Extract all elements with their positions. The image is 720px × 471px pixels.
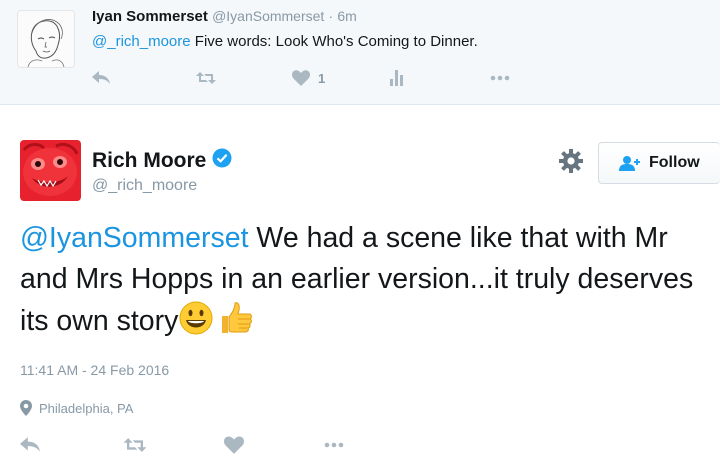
- reply-author-name[interactable]: Iyan Sommerset: [92, 8, 208, 25]
- reply-mention-link[interactable]: @_rich_moore: [92, 33, 191, 50]
- like-count: 1: [318, 70, 326, 86]
- reply-icon[interactable]: [92, 67, 110, 89]
- reply-body: Five words: Look Who's Coming to Dinner.: [190, 33, 478, 50]
- reply-tweet: Iyan Sommerset @IyanSommerset · 6m @_ric…: [0, 0, 720, 105]
- more-icon[interactable]: [490, 67, 510, 89]
- gear-icon[interactable]: [558, 148, 584, 174]
- like-button[interactable]: 1: [292, 67, 325, 89]
- author-name-text[interactable]: Rich Moore: [92, 149, 206, 173]
- reply-text: @_rich_moore Five words: Look Who's Comi…: [92, 33, 478, 50]
- separator-dot: ·: [328, 8, 334, 24]
- author-handle[interactable]: @_rich_moore: [92, 177, 197, 195]
- add-user-icon: [619, 156, 640, 171]
- red-creature-avatar-image: [20, 140, 81, 201]
- thumbs-up-emoji: [218, 300, 254, 336]
- reply-action-bar: 1: [92, 67, 532, 89]
- avatar[interactable]: [20, 140, 81, 201]
- tweet-mention-link[interactable]: @IyanSommerset: [20, 222, 249, 254]
- heart-icon: [292, 70, 310, 86]
- sketch-avatar-image: [18, 11, 74, 67]
- verified-badge-icon: [212, 148, 232, 174]
- follow-label: Follow: [649, 154, 700, 171]
- author-name[interactable]: Rich Moore: [92, 148, 232, 174]
- tweet-timestamp[interactable]: 11:41 AM - 24 Feb 2016: [20, 362, 169, 378]
- location-label: Philadelphia, PA: [39, 400, 134, 416]
- avatar[interactable]: [17, 10, 75, 68]
- analytics-icon[interactable]: [390, 67, 404, 89]
- retweet-icon[interactable]: [196, 67, 216, 89]
- reply-author-handle[interactable]: @IyanSommerset: [212, 8, 324, 24]
- tweet-action-bar: [20, 434, 360, 458]
- reply-header: Iyan Sommerset @IyanSommerset · 6m: [92, 8, 357, 25]
- reply-icon[interactable]: [20, 434, 40, 456]
- tweet-text: @IyanSommerset We had a scene like that …: [20, 218, 710, 342]
- location-pin-icon: [20, 400, 32, 416]
- reply-time[interactable]: 6m: [337, 8, 356, 24]
- retweet-icon[interactable]: [123, 434, 147, 456]
- follow-button[interactable]: Follow: [598, 142, 720, 184]
- heart-icon[interactable]: [224, 434, 244, 456]
- tweet-location[interactable]: Philadelphia, PA: [20, 400, 133, 416]
- grinning-face-emoji: [178, 300, 214, 336]
- more-icon[interactable]: [322, 434, 346, 456]
